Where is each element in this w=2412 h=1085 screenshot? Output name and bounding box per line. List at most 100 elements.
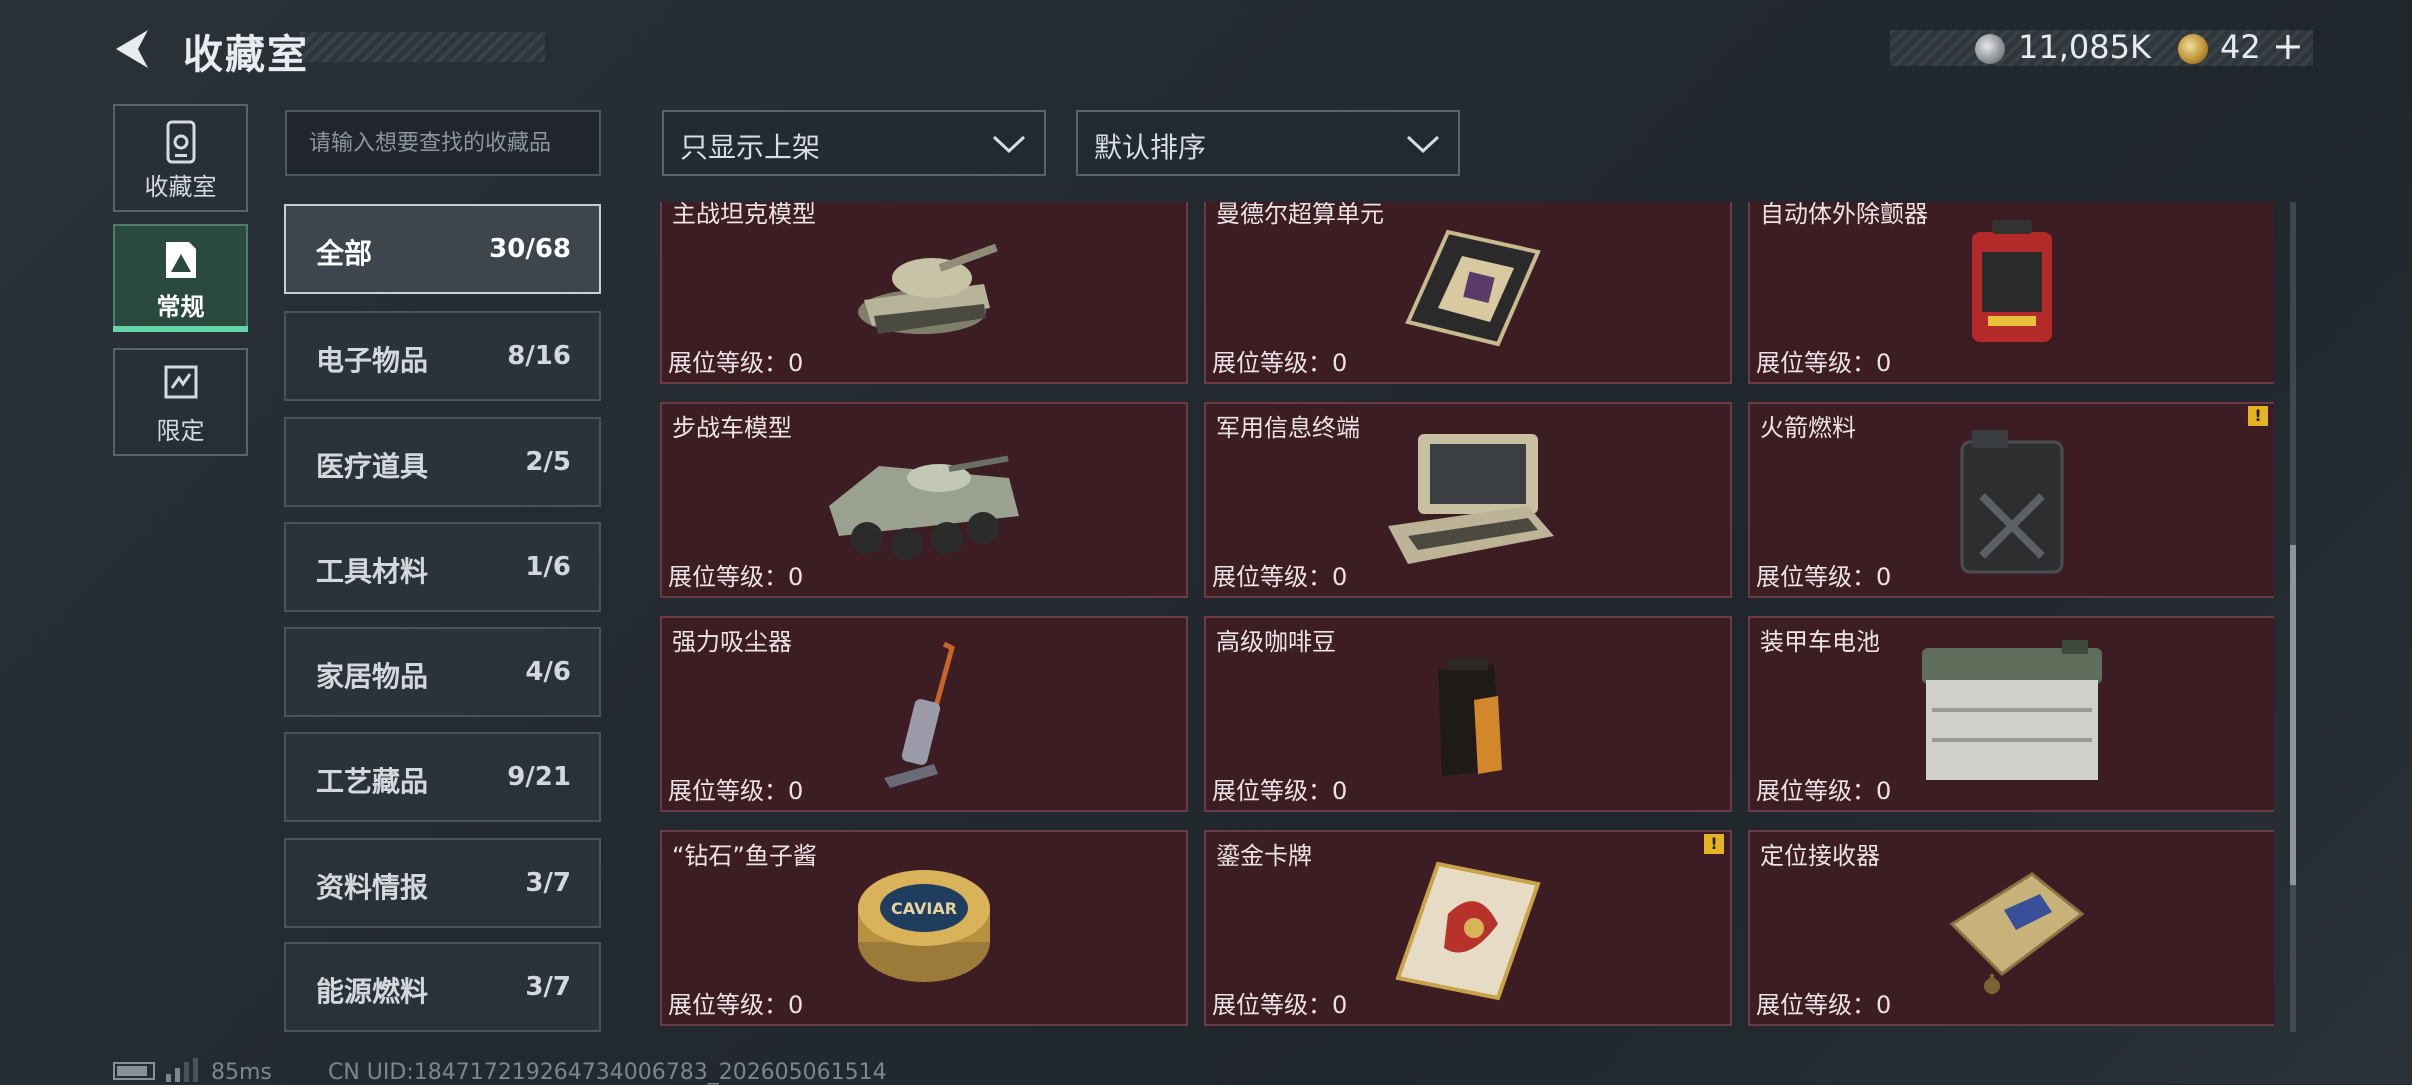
item-level: 展位等级：0 [1212,563,1348,591]
coffee-beans-icon [1438,658,1502,776]
item-level: 展位等级：0 [668,991,804,1019]
category-medical[interactable]: 医疗道具 2/5 [284,417,601,507]
category-crafts[interactable]: 工艺藏品 9/21 [284,732,601,822]
money-amount: 11,085K [2018,28,2151,66]
supercomputer-unit-icon [1405,229,1541,347]
nav-regular[interactable]: 常规 [113,224,248,332]
gps-receiver-icon [1949,872,2085,994]
item-level: 展位等级：0 [1756,991,1892,1019]
item-card-defibrillator[interactable]: 自动体外除颤器 展位等级：0 [1748,202,2274,384]
warning-badge: ! [2248,406,2268,426]
scrollbar-thumb[interactable] [2290,545,2296,885]
category-count: 1/6 [525,552,571,582]
nav-limited[interactable]: 限定 [113,348,248,456]
search-input[interactable] [285,110,601,176]
caviar-tin-icon: CAVIAR [858,870,990,982]
token-amount: 42 [2220,28,2261,66]
item-name: 鎏金卡牌 [1216,842,1312,870]
item-name: 军用信息终端 [1216,414,1360,442]
nav-label: 常规 [156,293,205,321]
item-name: 强力吸尘器 [672,628,792,656]
item-name: 主战坦克模型 [672,202,816,228]
rocket-fuel-icon [1960,430,2064,574]
item-level: 展位等级：0 [1212,349,1348,377]
display-filter-dropdown[interactable]: 只显示上架 [662,110,1046,176]
category-count: 4/6 [525,657,571,687]
item-level: 展位等级：0 [668,777,804,805]
item-card-gps-receiver[interactable]: 定位接收器 展位等级：0 [1748,830,2274,1026]
item-card-vehicle-battery[interactable]: 装甲车电池 展位等级：0 [1748,616,2274,812]
item-name: 高级咖啡豆 [1216,628,1336,656]
item-card-gilded-card[interactable]: 鎏金卡牌 ! 展位等级：0 [1204,830,1732,1026]
category-count: 3/7 [525,972,571,1002]
item-card-rocket-fuel[interactable]: 火箭燃料 ! 展位等级：0 [1748,402,2274,598]
item-card-military-terminal[interactable]: 军用信息终端 展位等级：0 [1204,402,1732,598]
nav-collection-room[interactable]: 收藏室 [113,104,248,212]
item-level: 展位等级：0 [668,563,804,591]
item-name: 步战车模型 [672,414,792,442]
battery-icon [113,1062,155,1080]
category-name: 电子物品 [316,344,429,377]
category-energy[interactable]: 能源燃料 3/7 [284,942,601,1032]
category-count: 2/5 [525,447,571,477]
collection-room-icon [166,120,195,164]
item-level: 展位等级：0 [1756,777,1892,805]
military-terminal-icon [1388,434,1554,564]
category-name: 工艺藏品 [316,765,429,798]
item-name: 装甲车电池 [1760,628,1880,656]
category-electronics[interactable]: 电子物品 8/16 [284,311,601,401]
add-currency-button[interactable]: + [2272,24,2304,68]
category-name: 工具材料 [316,555,429,588]
category-name: 资料情报 [316,871,429,904]
item-card-caviar[interactable]: “钻石”鱼子酱 CAVIAR 展位等级：0 [660,830,1188,1026]
nav-label: 收藏室 [144,173,217,201]
item-name: “钻石”鱼子酱 [672,842,817,870]
category-name: 医疗道具 [316,450,429,483]
item-name: 定位接收器 [1760,842,1880,870]
category-name: 全部 [316,237,373,270]
limited-icon [164,365,197,399]
regular-icon [165,242,196,278]
ping-text: 85ms [211,1060,272,1085]
item-name: 曼德尔超算单元 [1216,202,1384,228]
defibrillator-icon [1972,220,2052,342]
item-name: 自动体外除颤器 [1760,202,1928,228]
category-name: 能源燃料 [316,975,429,1008]
item-grid: 主战坦克模型 展位等级：0 曼德尔超算单元 展位等级：0 自动体外除颤器 展位等… [660,202,2274,1032]
category-intel[interactable]: 资料情报 3/7 [284,838,601,928]
item-card-tank-model[interactable]: 主战坦克模型 展位等级：0 [660,202,1188,384]
chevron-down-icon [992,135,1026,154]
item-card-supercomputer[interactable]: 曼德尔超算单元 展位等级：0 [1204,202,1732,384]
caviar-label: CAVIAR [891,899,957,918]
item-card-coffee-beans[interactable]: 高级咖啡豆 展位等级：0 [1204,616,1732,812]
warning-badge: ! [1704,834,1724,854]
item-card-ifv-model[interactable]: 步战车模型 展位等级：0 [660,402,1188,598]
ifv-model-icon [829,455,1019,560]
item-level: 展位等级：0 [1756,349,1892,377]
title-decoration [300,32,545,62]
item-level: 展位等级：0 [1212,777,1348,805]
vehicle-battery-icon [1922,640,2102,780]
chevron-down-icon [1406,135,1440,154]
vacuum-cleaner-icon [884,641,955,788]
item-level: 展位等级：0 [668,349,804,377]
category-all[interactable]: 全部 30/68 [284,204,601,294]
gilded-card-icon [1395,861,1541,1001]
back-button[interactable] [108,24,158,74]
item-card-vacuum[interactable]: 强力吸尘器 展位等级：0 [660,616,1188,812]
category-count: 3/7 [525,868,571,898]
nav-label: 限定 [156,417,205,445]
tank-model-icon [858,243,998,334]
category-count: 8/16 [507,341,571,371]
sort-dropdown[interactable]: 默认排序 [1076,110,1460,176]
category-count: 9/21 [507,762,571,792]
item-name: 火箭燃料 [1760,414,1856,442]
category-household[interactable]: 家居物品 4/6 [284,627,601,717]
category-tools[interactable]: 工具材料 1/6 [284,522,601,612]
item-level: 展位等级：0 [1756,563,1892,591]
category-count: 30/68 [489,234,571,264]
silver-coin-icon [1975,34,2005,64]
category-name: 家居物品 [316,660,429,693]
item-level: 展位等级：0 [1212,991,1348,1019]
dropdown-value: 默认排序 [1094,131,1207,164]
